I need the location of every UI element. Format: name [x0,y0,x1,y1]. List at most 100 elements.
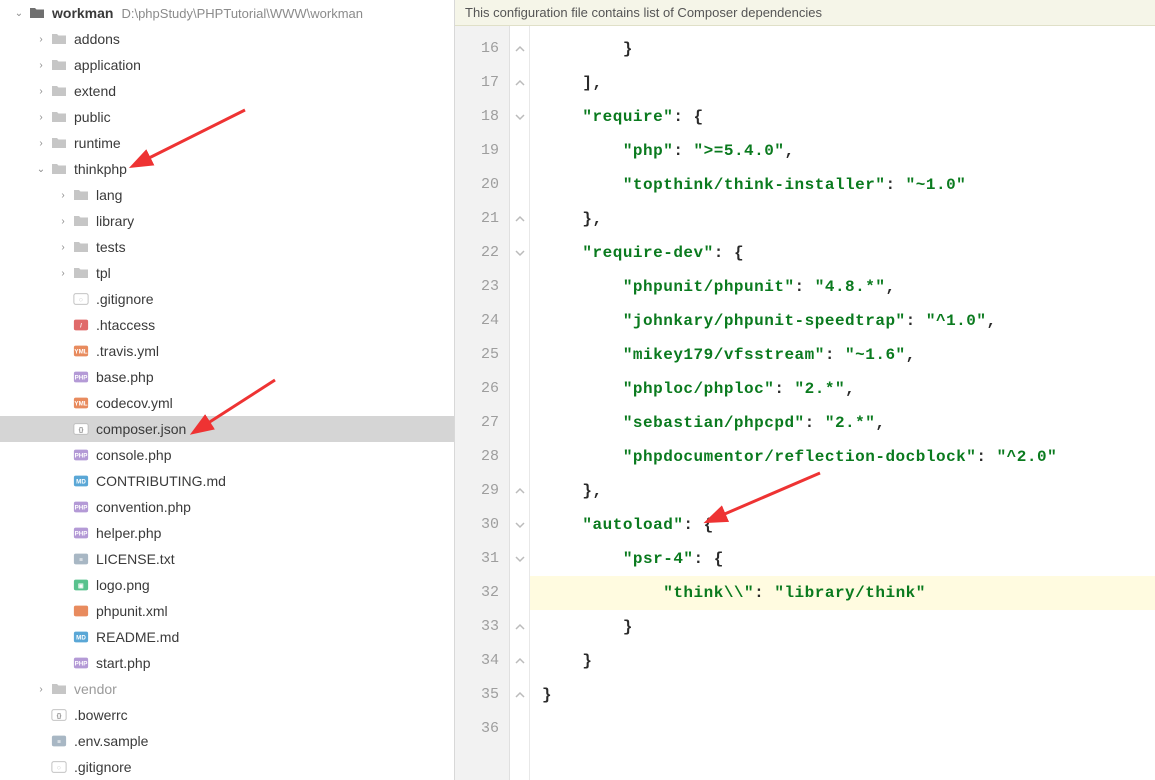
chevron-right-icon[interactable]: › [34,136,48,150]
tree-item-label: helper.php [96,525,161,541]
tree-item[interactable]: YML .travis.yml [0,338,454,364]
fold-spacer [510,712,529,746]
code-line[interactable]: "php": ">=5.4.0", [542,134,1155,168]
line-number: 23 [455,270,509,304]
tree-item[interactable]: ◌ .gitignore [0,286,454,312]
tree-item[interactable]: / .htaccess [0,312,454,338]
folder-icon [50,108,68,126]
tree-item[interactable]: {} composer.json [0,416,454,442]
fold-close-icon[interactable] [510,66,529,100]
tree-item-label: composer.json [96,421,186,437]
tree-item[interactable]: MD README.md [0,624,454,650]
tree-item[interactable]: ≡ .env.sample [0,728,454,754]
code-line[interactable]: "johnkary/phpunit-speedtrap": "^1.0", [542,304,1155,338]
code-line[interactable]: "require": { [542,100,1155,134]
banner-text: This configuration file contains list of… [465,5,822,20]
chevron-right-icon[interactable]: › [34,32,48,46]
fold-close-icon[interactable] [510,202,529,236]
chevron-down-icon[interactable]: ⌄ [34,162,48,176]
chevron-right-icon[interactable]: › [34,682,48,696]
code-line[interactable]: "phpunit/phpunit": "4.8.*", [542,270,1155,304]
tree-item[interactable]: ›library [0,208,454,234]
tree-item[interactable]: ›vendor [0,676,454,702]
chevron-down-icon[interactable]: ⌄ [12,6,26,20]
chevron-right-icon[interactable]: › [56,188,70,202]
fold-close-icon[interactable] [510,644,529,678]
chevron-right-icon[interactable]: › [34,58,48,72]
svg-text:◌: ◌ [57,765,61,772]
file-git-icon: ◌ [50,758,68,776]
code-line[interactable]: } [542,32,1155,66]
project-tree[interactable]: ⌄workmanD:\phpStudy\PHPTutorial\WWW\work… [0,0,455,780]
fold-open-icon[interactable] [510,100,529,134]
fold-close-icon[interactable] [510,678,529,712]
chevron-right-icon[interactable]: › [56,266,70,280]
svg-text:≡: ≡ [57,739,61,746]
code-area[interactable]: 1617181920212223242526272829303132333435… [455,26,1155,780]
code-line[interactable]: } [542,644,1155,678]
tree-item[interactable]: ›application [0,52,454,78]
tree-item[interactable]: phpunit.xml [0,598,454,624]
line-number: 34 [455,644,509,678]
tree-item[interactable]: PHP base.php [0,364,454,390]
tree-item[interactable]: ›addons [0,26,454,52]
fold-open-icon[interactable] [510,542,529,576]
tree-item[interactable]: MD CONTRIBUTING.md [0,468,454,494]
code-line[interactable]: "autoload": { [542,508,1155,542]
svg-text:PHP: PHP [75,661,88,668]
tree-item[interactable]: ⌄workmanD:\phpStudy\PHPTutorial\WWW\work… [0,0,454,26]
chevron-right-icon[interactable]: › [34,110,48,124]
chevron-right-icon[interactable]: › [34,84,48,98]
fold-spacer [510,134,529,168]
tree-item[interactable]: ◌ .gitignore [0,754,454,780]
fold-close-icon[interactable] [510,32,529,66]
fold-close-icon[interactable] [510,610,529,644]
tree-item[interactable]: ⌄ thinkphp [0,156,454,182]
code-line[interactable]: "psr-4": { [542,542,1155,576]
tree-item[interactable]: PHP start.php [0,650,454,676]
file-txt-icon: ≡ [72,550,90,568]
code-line[interactable]: "think\\": "library/think" [530,576,1155,610]
tree-item-label: runtime [74,135,121,151]
chevron-right-icon[interactable]: › [56,214,70,228]
tree-item[interactable]: ≡ LICENSE.txt [0,546,454,572]
code-line[interactable]: "phpdocumentor/reflection-docblock": "^2… [542,440,1155,474]
tree-item[interactable]: PHP convention.php [0,494,454,520]
tree-item[interactable]: ›tests [0,234,454,260]
tree-item-label: thinkphp [74,161,127,177]
fold-open-icon[interactable] [510,508,529,542]
code-line[interactable]: "phploc/phploc": "2.*", [542,372,1155,406]
code-line[interactable]: }, [542,474,1155,508]
code-line[interactable]: "mikey179/vfsstream": "~1.6", [542,338,1155,372]
code-content[interactable]: } ], "require": { "php": ">=5.4.0", "top… [530,26,1155,780]
chevron-right-icon[interactable]: › [56,240,70,254]
file-php-icon: PHP [72,654,90,672]
fold-spacer [510,304,529,338]
tree-item[interactable]: PHP helper.php [0,520,454,546]
fold-column[interactable] [510,26,530,780]
tree-item[interactable]: ›extend [0,78,454,104]
line-number: 33 [455,610,509,644]
tree-item[interactable]: PHP console.php [0,442,454,468]
code-line[interactable]: "require-dev": { [542,236,1155,270]
file-yml-icon: YML [72,342,90,360]
code-line[interactable]: "sebastian/phpcpd": "2.*", [542,406,1155,440]
code-line[interactable]: } [542,678,1155,712]
fold-spacer [510,168,529,202]
tree-item[interactable]: {} .bowerrc [0,702,454,728]
code-line[interactable]: ], [542,66,1155,100]
fold-open-icon[interactable] [510,236,529,270]
code-line[interactable]: } [542,610,1155,644]
fold-close-icon[interactable] [510,474,529,508]
folder-icon [72,186,90,204]
code-line[interactable]: }, [542,202,1155,236]
tree-item[interactable]: ›tpl [0,260,454,286]
code-line[interactable] [542,712,1155,746]
tree-item[interactable]: YML codecov.yml [0,390,454,416]
tree-item[interactable]: ›public [0,104,454,130]
line-number: 25 [455,338,509,372]
code-line[interactable]: "topthink/think-installer": "~1.0" [542,168,1155,202]
tree-item[interactable]: › runtime [0,130,454,156]
tree-item[interactable]: ›lang [0,182,454,208]
tree-item[interactable]: ▣ logo.png [0,572,454,598]
